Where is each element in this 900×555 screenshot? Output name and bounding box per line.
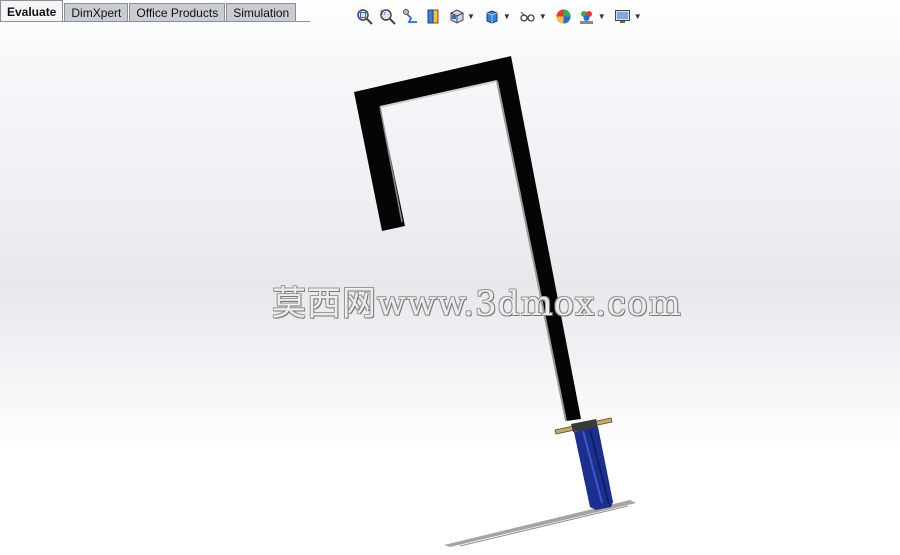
graphics-area[interactable]: 莫西网www.3dmox.com: [0, 24, 900, 550]
tab-office-products[interactable]: Office Products: [129, 3, 226, 22]
hide-show-items-icon[interactable]: [518, 6, 538, 26]
zoom-to-fit-icon[interactable]: [354, 6, 374, 26]
section-view-icon[interactable]: [423, 6, 443, 26]
display-style-icon[interactable]: [482, 6, 502, 26]
previous-view-icon[interactable]: [400, 6, 420, 26]
watermark-text: 莫西网www.3dmox.com: [272, 284, 682, 324]
floor-shadow-fade: [459, 505, 629, 547]
tab-dimxpert[interactable]: DimXpert: [64, 3, 129, 22]
apply-scene-dropdown-caret[interactable]: ▼: [598, 12, 606, 21]
view-settings-dropdown-caret[interactable]: ▼: [634, 12, 642, 21]
display-style-dropdown-caret[interactable]: ▼: [503, 12, 511, 21]
tab-evaluate[interactable]: Evaluate: [0, 0, 64, 22]
command-manager-tabs: Evaluate DimXpert Office Products Simula…: [0, 0, 297, 22]
zoom-to-area-icon[interactable]: [377, 6, 397, 26]
view-orientation-dropdown-caret[interactable]: ▼: [467, 12, 475, 21]
hook-inner-edge-right: [496, 80, 567, 422]
edit-appearance-icon[interactable]: [554, 6, 574, 26]
hook-frame: [354, 56, 581, 421]
hide-show-dropdown-caret[interactable]: ▼: [539, 12, 547, 21]
tab-simulation[interactable]: Simulation: [226, 3, 297, 22]
heads-up-view-toolbar: ▼ ▼ ▼ ▼ ▼: [354, 6, 646, 26]
view-settings-icon[interactable]: [613, 6, 633, 26]
tab-baseline: [0, 21, 310, 22]
view-orientation-icon[interactable]: [446, 6, 466, 26]
apply-scene-icon[interactable]: [577, 6, 597, 26]
